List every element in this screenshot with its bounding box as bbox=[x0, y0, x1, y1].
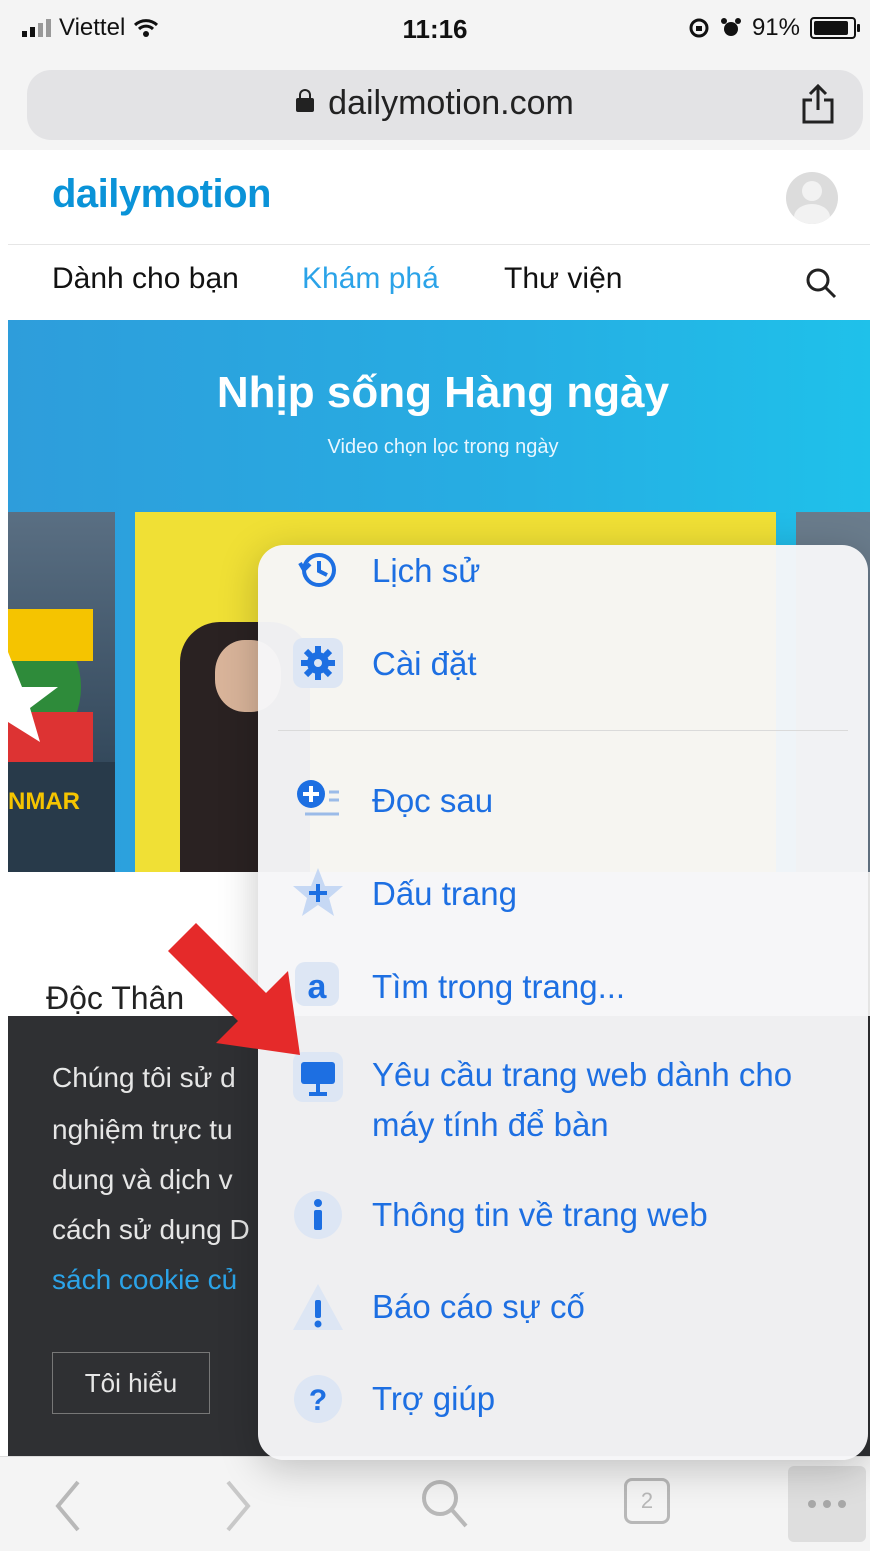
menu-item-settings[interactable]: Cài đặt bbox=[372, 639, 477, 689]
warning-icon bbox=[293, 1284, 343, 1330]
alarm-icon bbox=[720, 18, 741, 36]
share-icon[interactable] bbox=[798, 82, 838, 126]
flag-image bbox=[8, 609, 115, 872]
menu-item-history[interactable]: Lịch sử bbox=[372, 546, 480, 596]
search-icon[interactable] bbox=[804, 266, 838, 300]
more-dot-icon bbox=[823, 1500, 831, 1508]
battery-percent: 91% bbox=[751, 14, 800, 41]
svg-text:?: ? bbox=[309, 1384, 327, 1417]
more-menu-button[interactable] bbox=[788, 1466, 866, 1542]
cookie-text-line: dung và dịch v bbox=[52, 1164, 233, 1195]
lock-icon bbox=[296, 89, 315, 112]
menu-item-bookmark[interactable]: Dấu trang bbox=[372, 869, 517, 919]
tab-explore[interactable]: Khám phá bbox=[302, 262, 439, 296]
battery-icon bbox=[810, 17, 860, 39]
menu-item-help[interactable]: Trợ giúp bbox=[372, 1374, 495, 1424]
cookie-policy-link[interactable]: sách cookie củ bbox=[52, 1264, 237, 1296]
cookie-text-line: cách sử dụng D bbox=[52, 1214, 250, 1245]
tab-for-you[interactable]: Dành cho bạn bbox=[52, 262, 239, 296]
red-arrow-icon bbox=[168, 923, 300, 1055]
orientation-lock-icon bbox=[689, 18, 709, 38]
more-dot-icon bbox=[838, 1500, 846, 1508]
video-thumbnail-left[interactable] bbox=[8, 512, 115, 872]
avatar[interactable] bbox=[786, 172, 838, 224]
cookie-accept-button[interactable]: Tôi hiểu bbox=[52, 1352, 210, 1414]
menu-item-site-info[interactable]: Thông tin về trang web bbox=[372, 1190, 708, 1240]
menu-separator bbox=[278, 730, 848, 731]
menu-item-request-desktop[interactable]: Yêu cầu trang web dành cho bbox=[372, 1050, 792, 1100]
history-icon bbox=[298, 553, 336, 587]
cookie-text-line: nghiệm trực tu bbox=[52, 1114, 233, 1145]
site-logo[interactable]: dailymotion bbox=[52, 172, 271, 217]
url-label: dailymotion.com bbox=[328, 84, 574, 122]
status-right: 91% bbox=[688, 14, 860, 42]
tabs-button[interactable]: 2 bbox=[624, 1478, 670, 1524]
address-text[interactable]: dailymotion.com bbox=[0, 84, 870, 123]
menu-item-report-issue[interactable]: Báo cáo sự cố bbox=[372, 1282, 585, 1332]
more-dot-icon bbox=[808, 1500, 816, 1508]
gear-icon bbox=[293, 638, 343, 688]
menu-item-find-in-page[interactable]: Tìm trong trang... bbox=[372, 962, 625, 1012]
thumbnail-label: NMAR bbox=[8, 788, 80, 815]
banner-subtitle: Video chọn lọc trong ngày bbox=[327, 436, 559, 458]
forward-icon[interactable] bbox=[220, 1476, 256, 1536]
tab-library[interactable]: Thư viện bbox=[504, 262, 622, 296]
back-icon[interactable] bbox=[50, 1476, 86, 1536]
search-icon[interactable] bbox=[420, 1476, 470, 1532]
menu-item-request-desktop-line2[interactable]: máy tính để bàn bbox=[372, 1100, 609, 1150]
banner-title: Nhịp sống Hàng ngày bbox=[216, 368, 670, 417]
help-icon: ? bbox=[294, 1375, 342, 1423]
reading-list-icon bbox=[297, 780, 339, 816]
info-icon bbox=[294, 1191, 342, 1239]
menu-item-read-later[interactable]: Đọc sau bbox=[372, 776, 493, 826]
